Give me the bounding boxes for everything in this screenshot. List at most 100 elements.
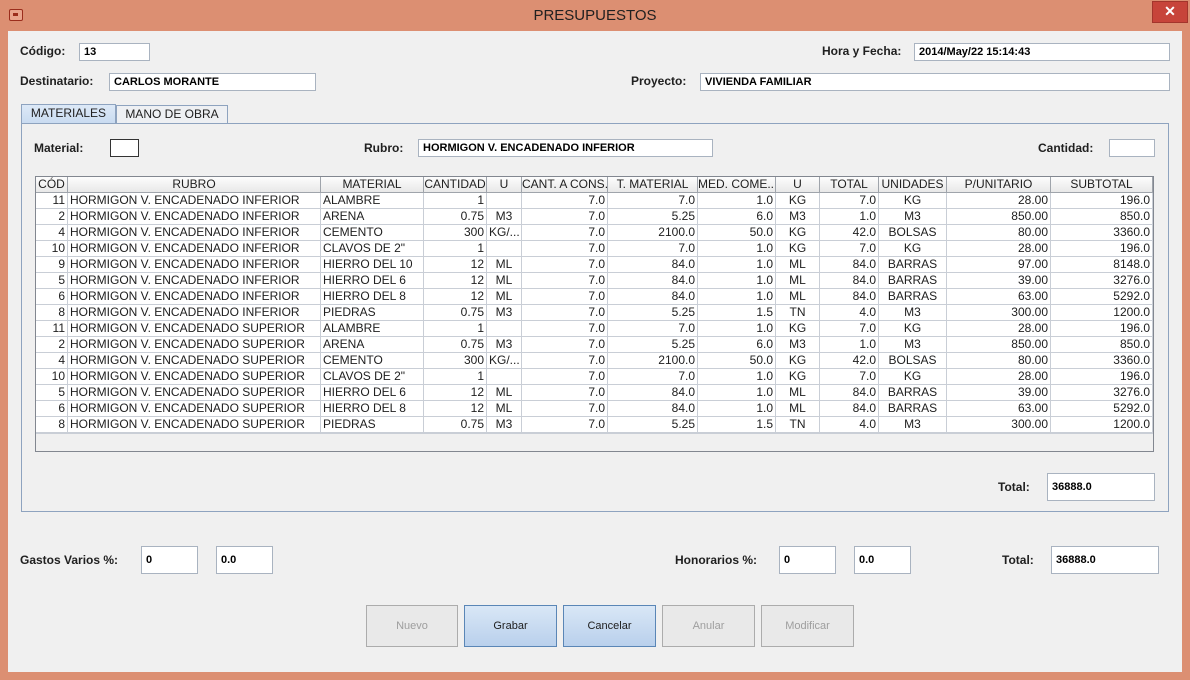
table-cell: 6.0 [698,337,776,353]
materiales-table[interactable]: CÓD RUBRO MATERIAL CANTIDAD U CANT. A CONS. T.… [35,176,1154,452]
table-cell: HIERRO DEL 6 [321,385,424,401]
cancelar-button[interactable]: Cancelar [563,605,656,647]
table-cell: BARRAS [879,273,947,289]
honorarios-label: Honorarios %: [675,553,758,567]
column-header[interactable]: UNIDADES [879,177,947,193]
table-cell: ML [487,401,522,417]
table-cell: 1 [424,369,487,385]
column-header[interactable]: U [487,177,522,193]
table-row[interactable]: 2 HORMIGON V. ENCADENADO INFERIOR ARENA 0.7… [36,209,1153,225]
table-row[interactable]: 8 HORMIGON V. ENCADENADO INFERIOR PIEDRAS 0… [36,305,1153,321]
column-header[interactable]: P/UNITARIO [947,177,1051,193]
table-cell: 1.0 [698,321,776,337]
tab-mano-de-obra[interactable]: MANO DE OBRA [116,105,228,124]
table-cell: 12 [424,401,487,417]
codigo-field[interactable]: 13 [79,43,150,61]
column-header[interactable]: SUBTOTAL [1051,177,1153,193]
table-cell: 196.0 [1051,193,1153,209]
gastos-value-field[interactable]: 0.0 [216,546,273,574]
codigo-label: Código: [20,44,66,58]
rubro-field[interactable]: HORMIGON V. ENCADENADO INFERIOR [418,139,713,157]
tab-materiales[interactable]: MATERIALES [21,104,116,125]
honorarios-value-field[interactable]: 0.0 [854,546,911,574]
table-row[interactable]: 9 HORMIGON V. ENCADENADO INFERIOR HIERRO D… [36,257,1153,273]
table-cell: 1 [424,241,487,257]
table-row[interactable]: 4 HORMIGON V. ENCADENADO INFERIOR CEMENTO 3… [36,225,1153,241]
table-row[interactable]: 4 HORMIGON V. ENCADENADO SUPERIOR CEMENTO 3… [36,353,1153,369]
modificar-button[interactable]: Modificar [761,605,854,647]
table-cell: 7.0 [522,369,608,385]
proyecto-field[interactable]: VIVIENDA FAMILIAR [700,73,1170,91]
honorarios-pct-field[interactable]: 0 [779,546,836,574]
table-cell: ALAMBRE [321,193,424,209]
gastos-pct-field[interactable]: 0 [141,546,198,574]
panel-total-field[interactable]: 36888.0 [1047,473,1155,501]
table-row[interactable]: 11 HORMIGON V. ENCADENADO INFERIOR ALAMBRE… [36,193,1153,209]
table-cell: 12 [424,289,487,305]
table-cell: HORMIGON V. ENCADENADO INFERIOR [68,273,321,289]
table-cell: 1.5 [698,417,776,433]
table-row[interactable]: 6 HORMIGON V. ENCADENADO INFERIOR HIERRO D… [36,289,1153,305]
table-cell [487,321,522,337]
table-cell: 28.00 [947,193,1051,209]
gastos-label: Gastos Varios %: [20,553,119,567]
column-header[interactable]: RUBRO [68,177,321,193]
column-header[interactable]: CANT. A CONS. [522,177,608,193]
material-input[interactable] [110,139,139,157]
close-button[interactable]: ✕ [1152,1,1188,23]
column-header[interactable]: TOTAL [820,177,879,193]
column-header[interactable]: MATERIAL [321,177,424,193]
column-header[interactable]: U [776,177,820,193]
table-cell: ALAMBRE [321,321,424,337]
destinatario-field[interactable]: CARLOS MORANTE [109,73,316,91]
table-cell: HORMIGON V. ENCADENADO INFERIOR [68,289,321,305]
table-row[interactable]: 5 HORMIGON V. ENCADENADO SUPERIOR HIERRO D… [36,385,1153,401]
table-row[interactable]: 2 HORMIGON V. ENCADENADO SUPERIOR ARENA 0.7… [36,337,1153,353]
table-row[interactable]: 5 HORMIGON V. ENCADENADO INFERIOR HIERRO D… [36,273,1153,289]
table-cell: ML [776,401,820,417]
fecha-field[interactable]: 2014/May/22 15:14:43 [914,43,1170,61]
table-cell: ML [776,273,820,289]
table-row[interactable]: 8 HORMIGON V. ENCADENADO SUPERIOR PIEDRAS 0… [36,417,1153,433]
table-body: 11 HORMIGON V. ENCADENADO INFERIOR ALAMBRE… [36,193,1153,433]
grabar-button[interactable]: Grabar [464,605,557,647]
table-cell: HIERRO DEL 10 [321,257,424,273]
column-header[interactable]: CÓD [36,177,68,193]
column-header[interactable]: MED. COME... [698,177,776,193]
table-cell: 84.0 [608,273,698,289]
table-cell: KG [879,321,947,337]
cantidad-input[interactable] [1109,139,1155,157]
table-cell: 7.0 [522,193,608,209]
column-header[interactable]: CANTIDAD [424,177,487,193]
table-cell: 7.0 [820,193,879,209]
column-header[interactable]: T. MATERIAL [608,177,698,193]
table-cell: 1.0 [820,209,879,225]
table-cell: TN [776,305,820,321]
nuevo-button[interactable]: Nuevo [366,605,458,647]
table-cell: 8 [36,305,68,321]
table-cell: 6 [36,289,68,305]
table-cell: 63.00 [947,401,1051,417]
table-row[interactable]: 6 HORMIGON V. ENCADENADO SUPERIOR HIERRO D… [36,401,1153,417]
table-cell: KG [776,225,820,241]
table-cell: 84.0 [608,385,698,401]
footer-total-field[interactable]: 36888.0 [1051,546,1159,574]
table-cell: M3 [776,337,820,353]
table-cell: KG/... [487,353,522,369]
table-cell: 84.0 [608,401,698,417]
table-cell: 2 [36,337,68,353]
table-row[interactable]: 11 HORMIGON V. ENCADENADO SUPERIOR ALAMBRE… [36,321,1153,337]
anular-button[interactable]: Anular [662,605,755,647]
table-cell: 850.0 [1051,209,1153,225]
table-cell [487,241,522,257]
title-bar[interactable]: PRESUPUESTOS ✕ [0,0,1190,31]
material-label: Material: [34,141,84,155]
table-cell: 7.0 [522,385,608,401]
table-row[interactable]: 10 HORMIGON V. ENCADENADO SUPERIOR CLAVOS … [36,369,1153,385]
table-cell: HORMIGON V. ENCADENADO SUPERIOR [68,417,321,433]
table-row[interactable]: 10 HORMIGON V. ENCADENADO INFERIOR CLAVOS … [36,241,1153,257]
table-cell: 1200.0 [1051,417,1153,433]
table-cell: 84.0 [820,289,879,305]
table-cell: 0.75 [424,209,487,225]
table-cell: 28.00 [947,241,1051,257]
